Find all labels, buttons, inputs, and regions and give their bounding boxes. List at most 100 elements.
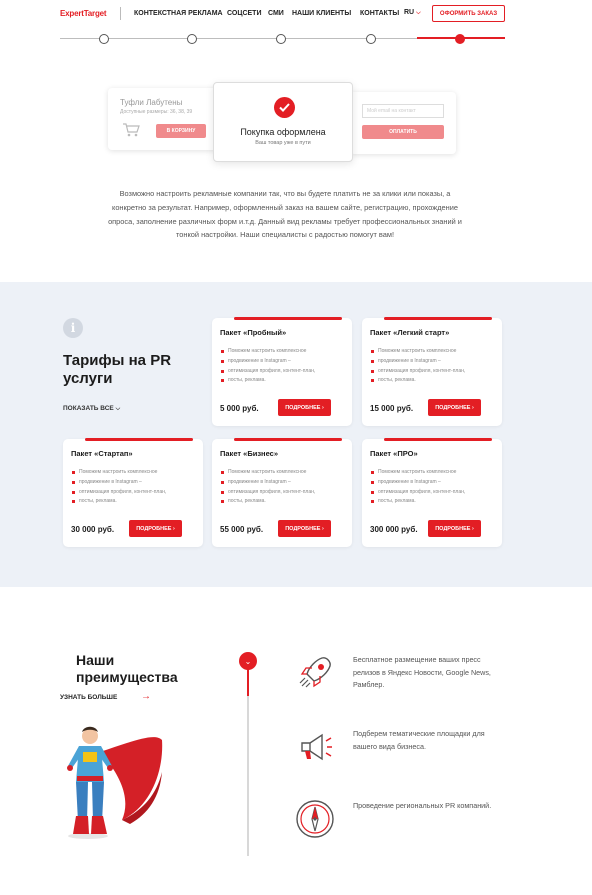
chevron-down-icon: ⌵ xyxy=(416,10,421,16)
card-accent-bar xyxy=(234,438,342,441)
feature-item: оптимизация профиля, контент-план, xyxy=(370,367,498,377)
more-button[interactable]: ПОДРОБНЕЕ › xyxy=(129,520,182,537)
package-card: Пакет «Стартап» Поможем настроить компле… xyxy=(63,438,203,547)
more-label: ПОДРОБНЕЕ xyxy=(435,525,471,532)
package-name: Пакет «Пробный» xyxy=(220,328,287,337)
feature-item: оптимизация профиля, контент-план, xyxy=(220,367,348,377)
feature-item: продвижение в Instagram – xyxy=(220,357,348,367)
feature-item: оптимизация профиля, контент-план, xyxy=(71,488,199,498)
learn-more-link[interactable]: УЗНАТЬ БОЛЬШЕ xyxy=(60,694,117,701)
advantage-item: Бесплатное размещение ваших пресс релизо… xyxy=(294,652,514,696)
feature-item: посты, реклама. xyxy=(370,376,498,386)
tariffs-title: Тарифы на PR услуги xyxy=(63,352,172,387)
advantage-text: Бесплатное размещение ваших пресс релизо… xyxy=(353,655,491,689)
nav-item-social[interactable]: СОЦСЕТИ xyxy=(227,10,261,17)
nav-item-clients[interactable]: НАШИ КЛИЕНТЫ xyxy=(292,10,351,17)
feature-item: посты, реклама. xyxy=(220,497,348,507)
package-name: Пакет «Бизнес» xyxy=(220,449,278,458)
feature-item: Поможем настроить комплексное xyxy=(370,468,498,478)
package-name: Пакет «ПРО» xyxy=(370,449,418,458)
logo[interactable]: ExpertTarget xyxy=(60,9,107,18)
package-card: Пакет «Легкий старт» Поможем настроить к… xyxy=(362,317,502,426)
feature-list: Поможем настроить комплексное продвижени… xyxy=(71,468,199,507)
nav-item-media[interactable]: СМИ xyxy=(268,10,284,17)
more-button[interactable]: ПОДРОБНЕЕ › xyxy=(278,520,331,537)
show-all-link[interactable]: ПОКАЗАТЬ ВСЕ ⌵ xyxy=(63,405,120,413)
feature-item: Поможем настроить комплексное xyxy=(71,468,199,478)
show-all-label: ПОКАЗАТЬ ВСЕ xyxy=(63,405,114,412)
card-accent-bar xyxy=(85,438,193,441)
nav-item-contacts[interactable]: КОНТАКТЫ xyxy=(360,10,399,17)
feature-list: Поможем настроить комплексное продвижени… xyxy=(370,347,498,386)
feature-item: посты, реклама. xyxy=(220,376,348,386)
language-selector[interactable]: RU ⌵ xyxy=(404,9,421,17)
package-price: 300 000 руб. xyxy=(370,525,418,534)
product-title: Туфли Лабутены xyxy=(120,98,183,107)
package-name: Пакет «Легкий старт» xyxy=(370,328,450,337)
pay-button: ОПЛАТИТЬ xyxy=(362,125,444,139)
card-accent-bar xyxy=(384,317,492,320)
chevron-down-icon: ⌵ xyxy=(115,406,121,412)
feature-item: оптимизация профиля, контент-план, xyxy=(370,488,498,498)
arrow-right-icon[interactable]: → xyxy=(141,691,151,702)
feature-list: Поможем настроить комплексное продвижени… xyxy=(220,468,348,507)
feature-item: Поможем настроить комплексное xyxy=(220,347,348,357)
rocket-icon xyxy=(299,657,331,688)
feature-item: посты, реклама. xyxy=(370,497,498,507)
more-label: ПОДРОБНЕЕ xyxy=(285,404,321,411)
package-price: 5 000 руб. xyxy=(220,404,259,413)
megaphone-icon xyxy=(301,733,332,761)
feature-item: Поможем настроить комплексное xyxy=(220,468,348,478)
advantages-title: Наши преимущества xyxy=(76,652,178,685)
progress-step[interactable] xyxy=(366,34,376,44)
package-card: Пакет «Бизнес» Поможем настроить комплек… xyxy=(212,438,352,547)
more-label: ПОДРОБНЕЕ xyxy=(285,525,321,532)
more-label: ПОДРОБНЕЕ xyxy=(435,404,471,411)
card-accent-bar xyxy=(234,317,342,320)
progress-step[interactable] xyxy=(187,34,197,44)
progress-step[interactable] xyxy=(99,34,109,44)
cart-icon xyxy=(123,123,140,137)
feature-item: посты, реклама. xyxy=(71,497,199,507)
feature-list: Поможем настроить комплексное продвижени… xyxy=(370,468,498,507)
feature-item: Поможем настроить комплексное xyxy=(370,347,498,357)
feature-item: продвижение в Instagram – xyxy=(370,357,498,367)
success-card-illustration: Покупка оформлена Ваш товар уже в пути xyxy=(213,82,353,162)
package-card: Пакет «Пробный» Поможем настроить компле… xyxy=(212,317,352,426)
checkmark-icon xyxy=(274,97,295,118)
package-price: 30 000 руб. xyxy=(71,525,115,534)
add-to-cart-button: В КОРЗИНУ xyxy=(156,124,206,138)
superhero-illustration xyxy=(67,726,163,839)
feature-item: продвижение в Instagram – xyxy=(370,478,498,488)
more-label: ПОДРОБНЕЕ xyxy=(136,525,172,532)
package-price: 55 000 руб. xyxy=(220,525,264,534)
feature-list: Поможем настроить комплексное продвижени… xyxy=(220,347,348,386)
card-accent-bar xyxy=(384,438,492,441)
package-name: Пакет «Стартап» xyxy=(71,449,133,458)
success-title: Покупка оформлена xyxy=(240,127,326,137)
intro-text: Возможно настроить рекламные компании та… xyxy=(108,189,462,240)
success-subtitle: Ваш товар уже в пути xyxy=(255,140,311,146)
language-label: RU xyxy=(404,9,415,16)
info-icon: i xyxy=(63,318,83,338)
progress-step-active[interactable] xyxy=(455,34,465,44)
more-button[interactable]: ПОДРОБНЕЕ › xyxy=(278,399,331,416)
advantage-text: Проведение региональных PR компаний. xyxy=(353,801,492,810)
product-card-illustration: Туфли Лабутены Доступные размеры: 36, 38… xyxy=(108,88,218,150)
logo-divider xyxy=(120,7,121,20)
progress-step[interactable] xyxy=(276,34,286,44)
order-button[interactable]: ОФОРМИТЬ ЗАКАЗ xyxy=(432,5,505,22)
package-card: Пакет «ПРО» Поможем настроить комплексно… xyxy=(362,438,502,547)
scroll-down-button[interactable]: ⌄ xyxy=(239,652,257,670)
more-button[interactable]: ПОДРОБНЕЕ › xyxy=(428,520,481,537)
email-card-illustration: Мой email на контакт ОПЛАТИТЬ xyxy=(350,92,456,154)
more-button[interactable]: ПОДРОБНЕЕ › xyxy=(428,399,481,416)
compass-icon xyxy=(296,800,334,838)
nav-item-context[interactable]: КОНТЕКСТНАЯ РЕКЛАМА xyxy=(134,10,223,17)
product-sizes: Доступные размеры: 36, 38, 39 xyxy=(120,109,193,115)
feature-item: продвижение в Instagram – xyxy=(220,478,348,488)
advantage-item: Проведение региональных PR компаний. xyxy=(294,798,514,842)
email-field: Мой email на контакт xyxy=(362,104,444,118)
advantage-item: Подберем тематические площадки для вашег… xyxy=(294,726,514,770)
feature-item: продвижение в Instagram – xyxy=(71,478,199,488)
